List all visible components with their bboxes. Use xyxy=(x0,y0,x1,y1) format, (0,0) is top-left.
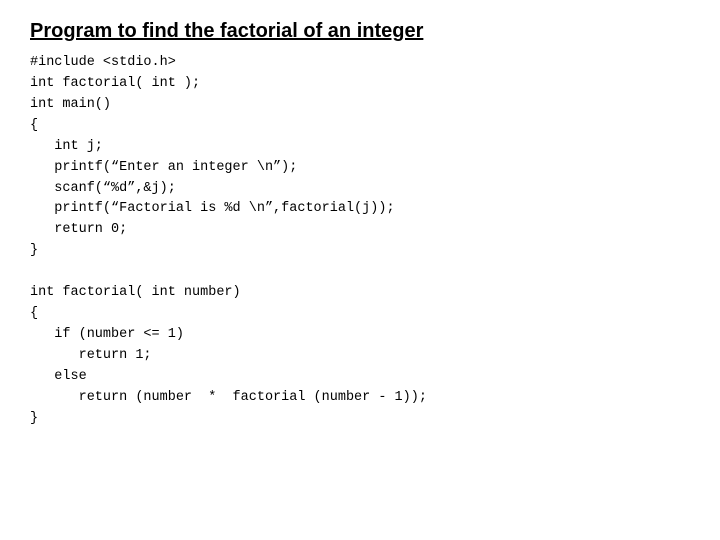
code-block: #include <stdio.h> int factorial( int );… xyxy=(30,53,690,430)
page-title: Program to find the factorial of an inte… xyxy=(30,20,690,43)
page-container: Program to find the factorial of an inte… xyxy=(0,0,720,540)
